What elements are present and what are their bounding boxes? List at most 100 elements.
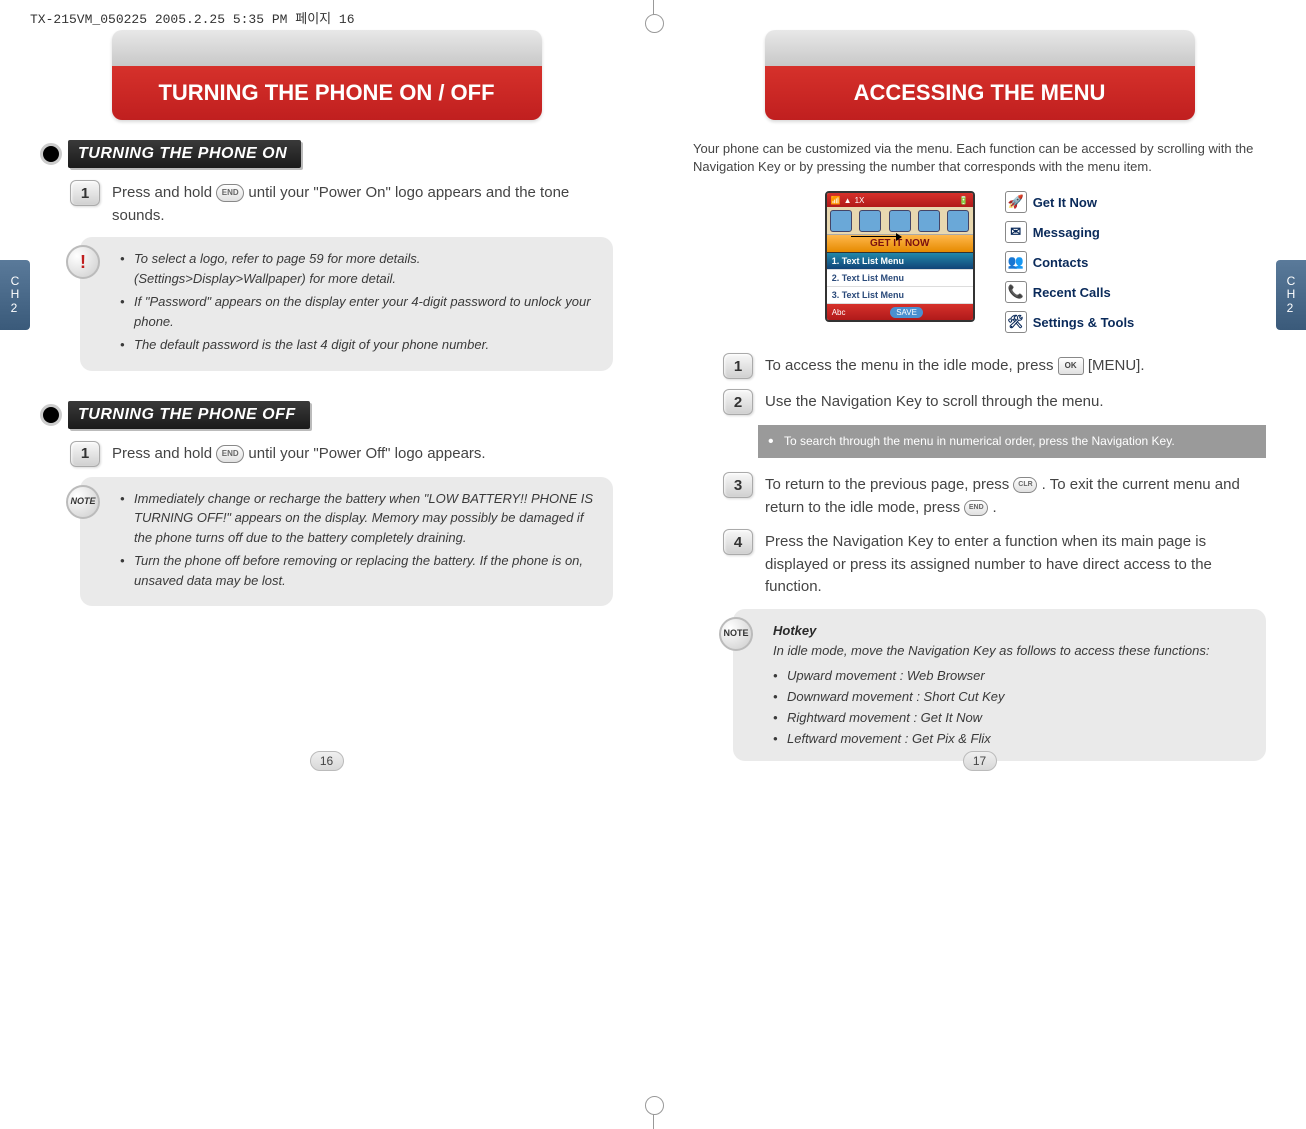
phone-icon-row bbox=[827, 207, 973, 235]
menu-item-label: Recent Calls bbox=[1033, 285, 1111, 300]
left-title-text: TURNING THE PHONE ON / OFF bbox=[158, 80, 494, 106]
crop-mark-bottom bbox=[653, 1099, 654, 1129]
section-header-off: TURNING THE PHONE OFF bbox=[40, 401, 613, 429]
step-num-4: 4 bbox=[723, 529, 753, 555]
menu-item-settings: 🛠 Settings & Tools bbox=[1005, 311, 1135, 333]
hotkey-intro: In idle mode, move the Navigation Key as… bbox=[773, 641, 1248, 662]
hotkey-callout: NOTE Hotkey In idle mode, move the Navig… bbox=[733, 609, 1266, 762]
callout-off: NOTE Immediately change or recharge the … bbox=[80, 477, 613, 607]
right-title-banner: ACCESSING THE MENU bbox=[765, 30, 1195, 120]
callout-on-item: To select a logo, refer to page 59 for m… bbox=[120, 249, 595, 288]
crop-mark-top bbox=[653, 0, 654, 30]
phone-top-icon bbox=[859, 210, 881, 232]
clr-key-icon: CLR bbox=[1013, 477, 1037, 493]
step-num-1: 1 bbox=[70, 180, 100, 206]
status-icon: 1X bbox=[855, 196, 865, 205]
page-spread: TURNING THE PHONE ON / OFF CH2 TURNING T… bbox=[0, 0, 1306, 791]
menu-item-contacts: 👥 Contacts bbox=[1005, 251, 1135, 273]
list-item: 1. Text List Menu bbox=[827, 253, 973, 270]
softkey-left: Abc bbox=[832, 308, 846, 317]
phone-top-icon bbox=[947, 210, 969, 232]
step-2-text: Use the Navigation Key to scroll through… bbox=[765, 389, 1104, 415]
menu-item-getitnow: 🚀 Get It Now bbox=[1005, 191, 1135, 213]
phone-text-list: 1. Text List Menu 2. Text List Menu 3. T… bbox=[827, 253, 973, 304]
callout-on: ! To select a logo, refer to page 59 for… bbox=[80, 237, 613, 371]
menu-item-label: Settings & Tools bbox=[1033, 315, 1135, 330]
page-number-left: 16 bbox=[310, 751, 344, 771]
signal-icon: 📶 bbox=[831, 196, 841, 205]
phone-top-icon bbox=[889, 210, 911, 232]
list-item: 3. Text List Menu bbox=[827, 287, 973, 304]
section-bullet-icon bbox=[40, 404, 62, 426]
getitnow-icon: 🚀 bbox=[1005, 191, 1027, 213]
hotkey-title: Hotkey bbox=[773, 621, 1248, 642]
battery-icon: 🔋 bbox=[959, 196, 969, 205]
page-number-right: 17 bbox=[963, 751, 997, 771]
callout-on-list: To select a logo, refer to page 59 for m… bbox=[120, 249, 595, 355]
hotkey-item: Upward movement : Web Browser bbox=[773, 666, 1248, 687]
step-off-1: 1 Press and hold END until your "Power O… bbox=[40, 441, 613, 467]
callout-off-item: Immediately change or recharge the batte… bbox=[120, 489, 595, 548]
end-key-icon: END bbox=[216, 445, 244, 463]
phone-screen: 📶 ▲ 1X 🔋 GET IT NOW 1. Text List Menu 2.… bbox=[825, 191, 975, 322]
section-off-label: TURNING THE PHONE OFF bbox=[68, 401, 310, 429]
callout-off-item: Turn the phone off before removing or re… bbox=[120, 551, 595, 590]
step-num-2: 2 bbox=[723, 389, 753, 415]
hotkey-item: Downward movement : Short Cut Key bbox=[773, 687, 1248, 708]
left-title-banner: TURNING THE PHONE ON / OFF bbox=[112, 30, 542, 120]
menu-item-label: Messaging bbox=[1033, 225, 1100, 240]
softkey-save: SAVE bbox=[890, 307, 923, 318]
callout-off-list: Immediately change or recharge the batte… bbox=[120, 489, 595, 591]
list-item: 2. Text List Menu bbox=[827, 270, 973, 287]
doc-header-text: TX-215VM_050225 2005.2.25 5:35 PM 페이지 16 bbox=[30, 8, 355, 27]
step-3: 3 To return to the previous page, press … bbox=[693, 472, 1266, 519]
chapter-label-right: CH2 bbox=[1287, 275, 1296, 315]
tip-bar: To search through the menu in numerical … bbox=[758, 425, 1266, 458]
menu-list: 🚀 Get It Now ✉ Messaging 👥 Contacts 📞 Re… bbox=[1005, 191, 1135, 333]
end-key-icon: END bbox=[964, 500, 988, 516]
step-4-text: Press the Navigation Key to enter a func… bbox=[765, 529, 1266, 599]
hotkey-list: Upward movement : Web Browser Downward m… bbox=[773, 666, 1248, 749]
contacts-icon: 👥 bbox=[1005, 251, 1027, 273]
right-page: ACCESSING THE MENU CH2 Your phone can be… bbox=[653, 30, 1306, 791]
section-on-label: TURNING THE PHONE ON bbox=[68, 140, 301, 168]
intro-text: Your phone can be customized via the men… bbox=[693, 140, 1266, 176]
messaging-icon: ✉ bbox=[1005, 221, 1027, 243]
menu-preview: 📶 ▲ 1X 🔋 GET IT NOW 1. Text List Menu 2.… bbox=[693, 191, 1266, 333]
step-2: 2 Use the Navigation Key to scroll throu… bbox=[693, 389, 1266, 415]
step-4: 4 Press the Navigation Key to enter a fu… bbox=[693, 529, 1266, 599]
alert-badge-icon: ! bbox=[66, 245, 100, 279]
phone-status-bar: 📶 ▲ 1X 🔋 bbox=[827, 193, 973, 207]
end-key-icon: END bbox=[216, 184, 244, 202]
step-num-1: 1 bbox=[70, 441, 100, 467]
phone-softkey-bar: Abc SAVE bbox=[827, 304, 973, 320]
settings-icon: 🛠 bbox=[1005, 311, 1027, 333]
step-1: 1 To access the menu in the idle mode, p… bbox=[693, 353, 1266, 379]
step-on-1-text: Press and hold END until your "Power On"… bbox=[112, 180, 613, 227]
callout-on-item: If "Password" appears on the display ent… bbox=[120, 292, 595, 331]
step-3-text: To return to the previous page, press CL… bbox=[765, 472, 1266, 519]
section-bullet-icon bbox=[40, 143, 62, 165]
phone-top-icon bbox=[918, 210, 940, 232]
left-page: TURNING THE PHONE ON / OFF CH2 TURNING T… bbox=[0, 30, 653, 791]
menu-item-messaging: ✉ Messaging bbox=[1005, 221, 1135, 243]
ok-key-icon: OK bbox=[1058, 357, 1084, 375]
chapter-label-left: CH2 bbox=[11, 275, 20, 315]
menu-item-label: Contacts bbox=[1033, 255, 1089, 270]
note-badge-icon: NOTE bbox=[719, 617, 753, 651]
tip-text: To search through the menu in numerical … bbox=[784, 434, 1175, 448]
chapter-tab-left: CH2 bbox=[0, 260, 30, 330]
right-title-text: ACCESSING THE MENU bbox=[854, 80, 1106, 106]
arrow-line-icon bbox=[851, 236, 901, 237]
step-on-1: 1 Press and hold END until your "Power O… bbox=[40, 180, 613, 227]
step-off-1-text: Press and hold END until your "Power Off… bbox=[112, 441, 486, 467]
step-num-1: 1 bbox=[723, 353, 753, 379]
step-1-text: To access the menu in the idle mode, pre… bbox=[765, 353, 1145, 379]
section-header-on: TURNING THE PHONE ON bbox=[40, 140, 613, 168]
note-badge-icon: NOTE bbox=[66, 485, 100, 519]
step-num-3: 3 bbox=[723, 472, 753, 498]
hotkey-item: Leftward movement : Get Pix & Flix bbox=[773, 729, 1248, 750]
callout-on-item: The default password is the last 4 digit… bbox=[120, 335, 595, 355]
menu-item-recentcalls: 📞 Recent Calls bbox=[1005, 281, 1135, 303]
chapter-tab-right: CH2 bbox=[1276, 260, 1306, 330]
